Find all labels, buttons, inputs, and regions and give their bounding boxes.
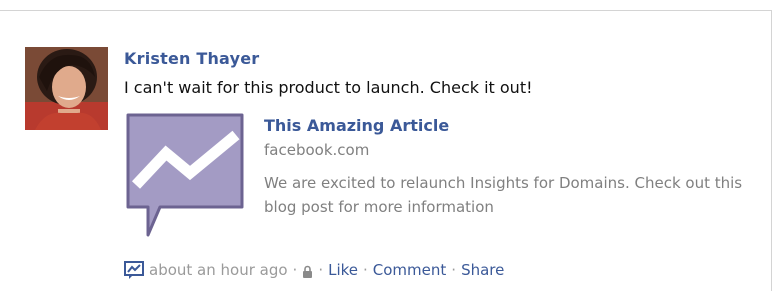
share-link[interactable]: Share	[461, 261, 504, 279]
news-feed-story: Kristen Thayer I can't wait for this pro…	[0, 10, 772, 291]
separator: ·	[451, 261, 457, 279]
comment-link[interactable]: Comment	[373, 261, 447, 279]
avatar-photo	[25, 47, 108, 130]
lock-icon[interactable]	[302, 264, 313, 278]
attachment-domain: facebook.com	[264, 141, 370, 159]
post-message: I can't wait for this product to launch.…	[124, 78, 533, 97]
avatar[interactable]	[25, 47, 108, 130]
separator: ·	[363, 261, 368, 279]
separator: ·	[292, 261, 298, 279]
attachment-thumbnail[interactable]	[124, 111, 246, 241]
author-name[interactable]: Kristen Thayer	[124, 49, 259, 68]
separator: ·	[318, 261, 324, 279]
timestamp[interactable]: about an hour ago	[149, 261, 288, 279]
story-footer: about an hour ago · · Like · Comment · S…	[124, 259, 504, 281]
attachment-description: We are excited to relaunch Insights for …	[264, 174, 743, 216]
insights-chart-icon	[126, 113, 244, 237]
attachment-title-link[interactable]: This Amazing Article	[264, 116, 449, 135]
insights-icon[interactable]	[124, 261, 144, 279]
like-link[interactable]: Like	[328, 261, 358, 279]
